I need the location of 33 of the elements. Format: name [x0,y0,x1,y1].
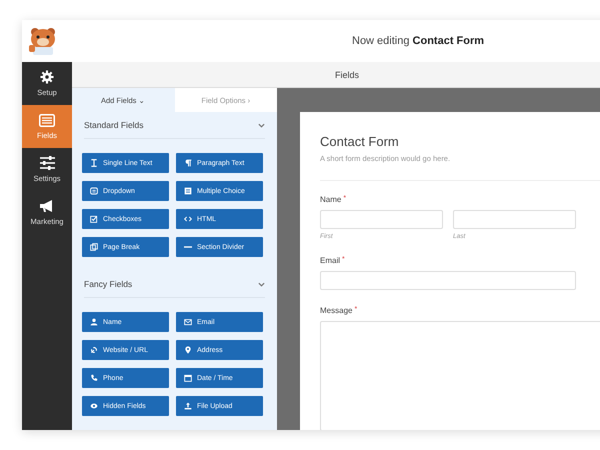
pilcrow-icon [184,159,192,167]
dropdown-icon [90,187,98,195]
input-field[interactable] [320,210,443,229]
editing-title: Now editing Contact Form [352,35,484,47]
checkbox-icon [90,215,98,223]
bar-title: Fields [334,70,359,80]
envelope-icon [184,318,192,326]
map-pin-icon [184,346,192,354]
code-icon [184,215,192,223]
calendar-icon [184,374,192,382]
pages-icon [90,243,98,251]
sliders-icon [40,156,54,170]
list-icon [184,187,192,195]
section-title: Standard Fields [84,120,144,130]
input-field[interactable] [453,210,576,229]
text-cursor-icon [90,159,98,167]
megaphone-icon [39,199,55,213]
link-icon [90,346,98,354]
phone-icon [90,374,98,382]
field-label: Name [320,195,342,204]
section-title: Fancy Fields [84,279,132,289]
form-title: Contact Form [320,134,400,149]
person-icon [90,318,98,326]
form-icon [39,114,55,126]
eye-icon [90,402,98,410]
chevron-icon[interactable] [258,122,265,128]
chevron-icon[interactable] [258,280,265,288]
field-label: Message [320,306,352,315]
gear-icon [40,70,54,84]
field-label: Email [320,256,340,265]
textarea-field[interactable] [320,321,600,430]
upload-icon [184,402,192,410]
input-field[interactable] [320,271,576,290]
